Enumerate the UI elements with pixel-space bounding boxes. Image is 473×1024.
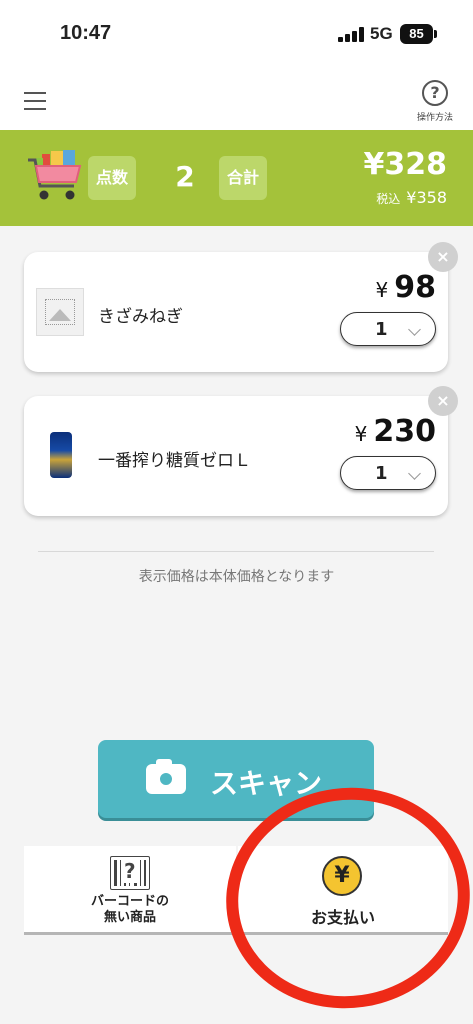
status-bar: 10:47 5G 85	[0, 0, 473, 70]
help-label: 操作方法	[416, 113, 453, 123]
remove-item-button[interactable]: ×	[428, 242, 458, 272]
total-block: ¥328 税込 ¥358	[363, 147, 448, 208]
chevron-down-icon	[408, 467, 421, 480]
no-barcode-label: バーコードの 無い商品	[24, 894, 236, 926]
item-price-value: 98	[394, 270, 436, 305]
barcode-icon: ?	[110, 856, 150, 890]
cart-item: 一番搾り糖質ゼロＬ ¥230 1 ×	[24, 386, 458, 516]
beer-can-image	[50, 432, 72, 478]
clock: 10:47	[60, 22, 112, 44]
item-name: きざみねぎ	[98, 307, 183, 327]
item-price-value: 230	[373, 414, 436, 449]
count-label: 点数	[88, 156, 136, 200]
chevron-down-icon	[408, 323, 421, 336]
help-icon: ?	[422, 80, 448, 106]
quantity-value: 1	[375, 463, 388, 484]
signal-icon	[338, 26, 366, 42]
yen-symbol: ¥	[354, 422, 368, 446]
total-label: 合計	[219, 156, 267, 200]
quantity-select[interactable]: 1	[340, 456, 436, 490]
network-type: 5G	[370, 24, 393, 43]
price-note: 表示価格は本体価格となります	[138, 569, 335, 585]
total-amount: ¥328	[363, 147, 448, 182]
item-name: 一番搾り糖質ゼロＬ	[98, 451, 251, 471]
no-barcode-label-line2: 無い商品	[103, 910, 156, 925]
camera-icon	[146, 759, 186, 794]
remove-item-button[interactable]: ×	[428, 386, 458, 416]
quantity-value: 1	[375, 319, 388, 340]
question-mark: ?	[122, 859, 138, 883]
cart-summary: 点数 2 合計 ¥328 税込 ¥358	[0, 130, 473, 226]
yen-symbol: ¥	[375, 278, 389, 302]
menu-icon[interactable]	[24, 92, 46, 110]
battery-icon: 85	[400, 24, 437, 44]
tax-total: 税込 ¥358	[364, 188, 447, 207]
no-barcode-item-button[interactable]: ? バーコードの 無い商品	[24, 846, 236, 932]
shopping-cart-icon	[28, 150, 82, 200]
top-nav: ? 操作方法	[0, 70, 473, 130]
quantity-select[interactable]: 1	[340, 312, 436, 346]
image-placeholder-icon	[36, 288, 84, 336]
no-barcode-label-line1: バーコードの	[90, 894, 169, 909]
item-count: 2	[175, 160, 195, 193]
help-button[interactable]: ? 操作方法	[413, 80, 457, 123]
cart-item: きざみねぎ ¥98 1 ×	[24, 242, 458, 372]
item-price: ¥230	[355, 414, 436, 449]
item-price: ¥98	[376, 270, 436, 305]
tax-label: 税込	[376, 192, 401, 206]
tax-amount: ¥358	[406, 188, 447, 207]
divider	[38, 551, 434, 552]
